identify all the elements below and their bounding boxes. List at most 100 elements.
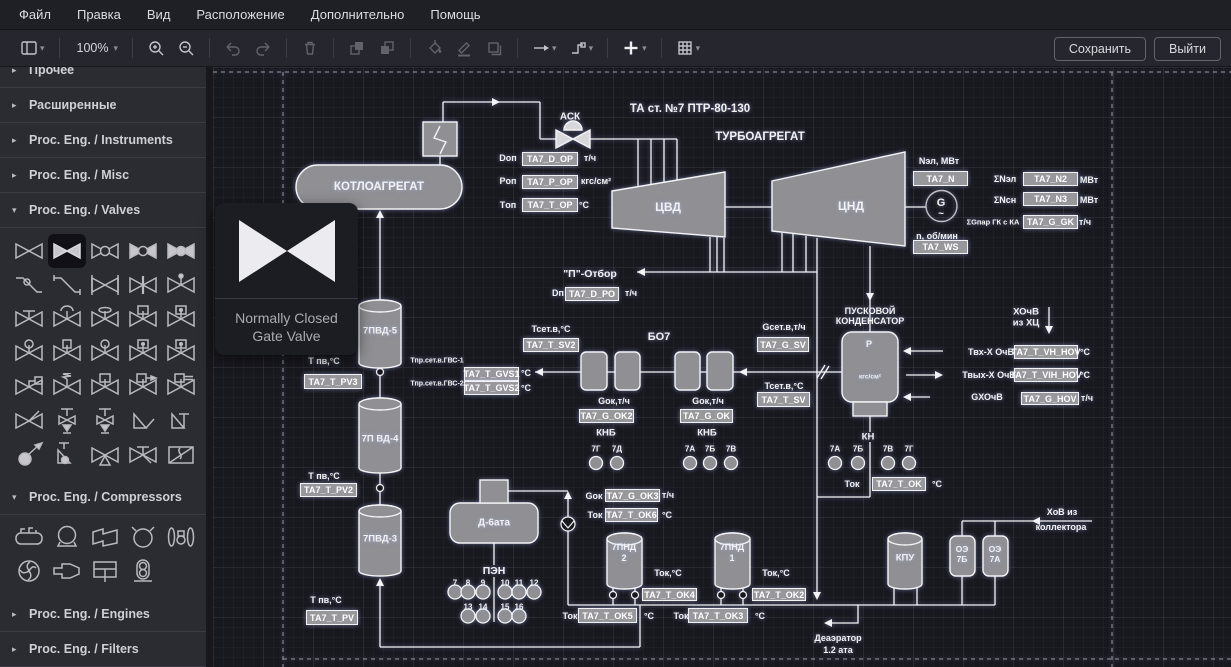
angle-ball-valve-icon[interactable]	[48, 438, 86, 472]
diagram-label[interactable]: 7В	[726, 445, 736, 454]
diagram-label[interactable]: МВт	[1080, 195, 1098, 205]
line-color-button[interactable]	[451, 36, 477, 60]
diagram-label[interactable]: Gок,т/ч	[598, 396, 630, 406]
circle-actuated-valve-2-icon[interactable]	[86, 336, 124, 370]
diagram-label[interactable]: ΣNэл	[994, 174, 1016, 184]
diagram-label[interactable]: МВт	[1080, 175, 1098, 185]
diagonal-ball-valve-icon[interactable]	[10, 438, 48, 472]
diagram-label[interactable]: 7Г	[592, 445, 601, 454]
menu-edit[interactable]: Правка	[64, 0, 134, 30]
diagram-label[interactable]: 14	[479, 603, 488, 612]
diagram-label[interactable]: Tоп	[500, 200, 516, 210]
diagram-label[interactable]: Тпр.сет.в.ГВС-2	[410, 381, 463, 388]
diagram-value-box[interactable]: ТА7_T_SV	[757, 392, 810, 407]
exit-button[interactable]: Выйти	[1154, 37, 1221, 61]
sidebar-section-прочее[interactable]: ▸Прочее	[0, 67, 213, 88]
diagram-label[interactable]: 7Д	[612, 445, 622, 454]
diagram-label[interactable]: 7Б	[957, 554, 968, 564]
diagram-label[interactable]: 7П ВД-4	[362, 434, 399, 445]
diagram-label[interactable]: °С	[662, 510, 672, 520]
diagram-label[interactable]: Т пв,°С	[308, 471, 340, 481]
diagram-label[interactable]: °С	[1080, 347, 1090, 357]
diagram-label[interactable]: Т пв,°С	[310, 595, 342, 605]
diagram-label[interactable]: Тсет.в,°С	[531, 324, 570, 334]
diagram-value-box[interactable]: ТА7_T_PV2	[300, 483, 357, 497]
diagram-label[interactable]: 7ПНД	[612, 542, 636, 552]
diagram-label[interactable]: 7В	[883, 445, 893, 454]
diagram-value-box[interactable]: ТА7_G_GK	[1023, 215, 1078, 229]
rotary-compressor-icon[interactable]	[86, 521, 124, 555]
diagram-label[interactable]: Твх-Х ОчВ	[968, 347, 1014, 357]
sidebar-section-proc-eng-compressors[interactable]: ▾Proc. Eng. / Compressors	[0, 480, 213, 515]
diagram-label[interactable]: 8	[466, 579, 470, 588]
stem-gate-valve-icon[interactable]	[162, 268, 200, 302]
page-view-button[interactable]: ▾	[16, 36, 49, 60]
sidebar-scrollbar[interactable]	[206, 67, 213, 667]
diagram-label[interactable]: кгс/см²	[581, 176, 611, 186]
diagram-label[interactable]: Dп	[552, 288, 564, 298]
diagram-label[interactable]: КНБ	[697, 428, 717, 439]
spring-valve-icon[interactable]	[48, 370, 86, 404]
diagram-value-box[interactable]: ТА7_P_OP	[522, 175, 578, 189]
table-button[interactable]: ▾	[672, 36, 705, 60]
diagram-label[interactable]: Тсет.в,°С	[764, 381, 803, 391]
diagram-label[interactable]: т/ч	[662, 490, 674, 500]
diagram-canvas[interactable]: Dопт/чPопкгс/см²Tоп°САСКТА ст. №7 ПТР-80…	[213, 67, 1231, 667]
diagram-value-box[interactable]: ТА7_G_HOV	[1021, 392, 1079, 405]
diagram-label[interactable]: Gок	[585, 491, 602, 501]
diagram-label[interactable]: °С	[1080, 370, 1090, 380]
needle-valve-icon[interactable]	[124, 438, 162, 472]
diagram-label[interactable]: 7А	[990, 554, 1001, 564]
liquid-ring-compressor-icon[interactable]	[124, 521, 162, 555]
diagram-drawing[interactable]	[213, 67, 1231, 667]
diagram-value-box[interactable]: ТА7_N	[913, 171, 968, 186]
diagram-label[interactable]: т/ч	[584, 153, 596, 163]
diagram-label[interactable]: G	[937, 197, 946, 209]
diagram-label[interactable]: 13	[464, 603, 473, 612]
diagram-label[interactable]: КПУ	[896, 553, 915, 564]
diagram-label[interactable]: 1	[729, 553, 734, 563]
diagram-label[interactable]: БО7	[648, 331, 671, 343]
boxed-actuator-valve-icon[interactable]	[86, 370, 124, 404]
pilot-operated-valve-icon[interactable]	[10, 370, 48, 404]
diagram-label[interactable]: Твых-Х ОчВ	[962, 370, 1016, 380]
diagram-value-box[interactable]: ТА7_N3	[1023, 192, 1078, 206]
diagram-label[interactable]: ОЭ	[956, 544, 969, 554]
diagram-value-box[interactable]: ТА7_T_GVS2	[464, 381, 519, 395]
diagram-label[interactable]: Gсет.в,т/ч	[762, 322, 805, 332]
menu-view[interactable]: Вид	[134, 0, 184, 30]
diagram-label[interactable]: Т пв,°С	[308, 356, 340, 366]
diagram-label[interactable]: °С	[521, 368, 531, 378]
sidebar-section-proc-eng-valves[interactable]: ▾Proc. Eng. / Valves	[0, 193, 213, 228]
diagram-label[interactable]: 7Б	[853, 445, 863, 454]
diagram-value-box[interactable]: ТА7_T_OP	[522, 198, 578, 212]
self-contained-regulator-icon[interactable]	[162, 438, 200, 472]
diagram-label[interactable]: °С	[932, 479, 942, 489]
diagram-label[interactable]: 7ПНД	[720, 542, 744, 552]
diagram-label[interactable]: Р	[866, 339, 872, 349]
diaphragm-compressor-icon[interactable]	[162, 521, 200, 555]
globe-valve-icon[interactable]	[86, 234, 124, 268]
delete-button[interactable]	[297, 36, 323, 60]
ball-valve-icon[interactable]	[162, 234, 200, 268]
diagonal-valve-icon[interactable]	[10, 404, 48, 438]
square-actuated-valve-icon[interactable]	[48, 336, 86, 370]
diagram-label[interactable]: 15	[501, 603, 510, 612]
diagram-label[interactable]: АСК	[560, 112, 580, 123]
powered-valve-icon[interactable]	[124, 336, 162, 370]
diagram-label[interactable]: ~	[938, 209, 944, 220]
three-way-valve-icon[interactable]	[86, 438, 124, 472]
double-flanged-valve-icon[interactable]	[86, 268, 124, 302]
diagram-value-box[interactable]: ТА7_T_OK5	[578, 608, 637, 623]
diagram-label[interactable]: т/ч	[1079, 217, 1091, 227]
pressure-reducing-valve-2-icon[interactable]	[86, 404, 124, 438]
diagram-label[interactable]: 12	[530, 579, 539, 588]
waypoints-button[interactable]: ▾	[565, 36, 598, 60]
diagram-label[interactable]: 7А	[685, 445, 695, 454]
diagram-label[interactable]: ХОчВ	[1013, 307, 1039, 318]
diagram-label[interactable]: °С	[644, 611, 654, 621]
diagram-label[interactable]: КН	[862, 432, 875, 443]
diagram-label[interactable]: ОЭ	[989, 544, 1002, 554]
undo-button[interactable]	[220, 36, 246, 60]
diagram-value-box[interactable]: ТА7_T_OK2	[752, 588, 806, 601]
